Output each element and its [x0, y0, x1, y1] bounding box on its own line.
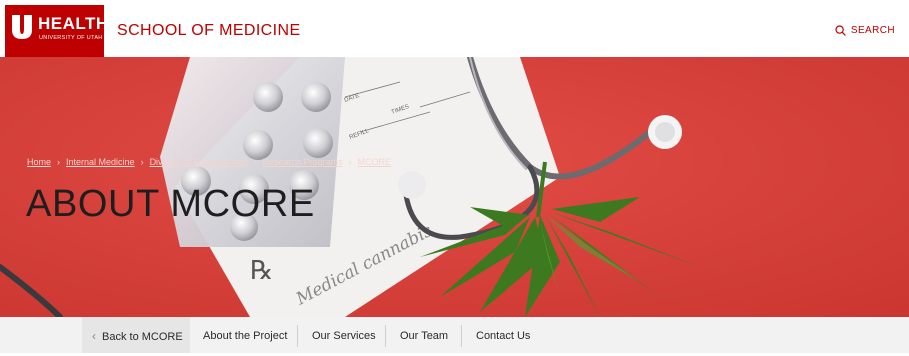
- school-title-link[interactable]: SCHOOL OF MEDICINE: [117, 22, 301, 40]
- search-label: SEARCH: [850, 25, 895, 36]
- university-health-logo[interactable]: HEALTH UNIVERSITY OF UTAH: [5, 5, 108, 57]
- breadcrumb-separator: ›: [140, 157, 144, 167]
- hero-banner: DATE TIMES REFILL ℞ Medical cannabis Hom…: [0, 57, 909, 317]
- nav-contact-us[interactable]: Contact Us: [476, 317, 530, 353]
- back-to-mcore-link[interactable]: ‹ Back to MCORE: [82, 317, 190, 353]
- breadcrumb-separator: ›: [348, 157, 352, 167]
- nav-our-services[interactable]: Our Services: [312, 317, 376, 353]
- nav-divider: [385, 325, 386, 347]
- nav-divider: [461, 325, 462, 347]
- page-title: ABOUT MCORE: [26, 183, 315, 225]
- breadcrumb-separator: ›: [253, 157, 257, 167]
- breadcrumb-division-epidemiology[interactable]: Division of Epidemiology: [150, 157, 248, 167]
- nav-about-the-project[interactable]: About the Project: [203, 317, 287, 353]
- breadcrumb-mcore[interactable]: MCORE: [358, 157, 392, 167]
- breadcrumb-internal-medicine[interactable]: Internal Medicine: [66, 157, 135, 167]
- logo-health-word: HEALTH: [38, 14, 109, 33]
- search-button[interactable]: SEARCH: [835, 25, 895, 36]
- breadcrumb: Home › Internal Medicine › Division of E…: [27, 157, 391, 167]
- nav-divider: [297, 325, 298, 347]
- u-logo-icon: [12, 15, 32, 39]
- breadcrumb-research-programs[interactable]: Research Programs: [263, 157, 343, 167]
- nav-our-team[interactable]: Our Team: [400, 317, 448, 353]
- search-icon: [835, 25, 846, 36]
- chevron-left-icon: ‹: [92, 329, 96, 343]
- breadcrumb-home[interactable]: Home: [27, 157, 51, 167]
- back-label: Back to MCORE: [102, 331, 183, 343]
- breadcrumb-separator: ›: [57, 157, 61, 167]
- site-header: HEALTH UNIVERSITY OF UTAH SCHOOL OF MEDI…: [0, 0, 909, 57]
- logo-university-text: UNIVERSITY OF UTAH: [39, 35, 103, 41]
- section-nav: ‹ Back to MCORE About the Project Our Ser…: [0, 317, 909, 353]
- svg-text:℞: ℞: [250, 256, 273, 286]
